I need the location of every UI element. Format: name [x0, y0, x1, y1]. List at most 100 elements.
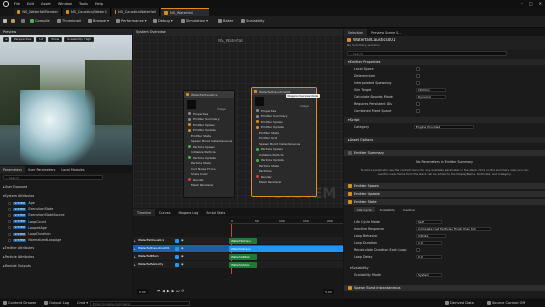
section-user-exposed[interactable]: ▸ User Exposed	[0, 184, 132, 190]
track-enabled-checkbox[interactable]	[175, 262, 179, 267]
section-emitter-attributes[interactable]: ▸ Emitter Attributes	[0, 245, 132, 251]
node-row[interactable]: Mesh Renderer	[252, 180, 316, 186]
node-row[interactable]: Spawn Burst Instantaneous	[184, 139, 234, 145]
property-checkbox[interactable]	[416, 81, 420, 85]
tab-waterfall[interactable]: NS_Waterfall	[161, 8, 209, 16]
track-clip[interactable]: WaterFallCaus	[229, 237, 257, 244]
category-field[interactable]: Engine Provided	[414, 124, 474, 130]
tab-script-stats[interactable]: Script Stats	[202, 209, 229, 216]
timeline-track[interactable]: ▸ WaterfallVelocity ◉ WaterfallVelo	[133, 261, 343, 268]
track-expand-icon[interactable]: ▸	[134, 239, 136, 243]
isolate-icon[interactable]: ◉	[181, 238, 184, 242]
browse-folder-button[interactable]	[11, 19, 15, 23]
isolate-icon[interactable]: ◉	[181, 262, 184, 266]
parameter-checkbox[interactable]	[8, 238, 11, 242]
track-enabled-checkbox[interactable]	[175, 238, 179, 243]
emitter-node-caustics[interactable]: WaterfallCaustics001 Niagara Overview No…	[251, 87, 320, 197]
range-end-field[interactable]: 5.00	[323, 289, 334, 294]
parameter-item[interactable]: SYSTEM ExecutionStateSource	[0, 212, 132, 218]
property-checkbox[interactable]	[416, 109, 420, 113]
life-cycle-mode-field[interactable]: Self	[416, 219, 442, 225]
compile-button[interactable]: Compile	[30, 19, 50, 23]
timeline-track[interactable]: ▸ WaterfallMain ◉ WaterfallMain	[133, 253, 343, 260]
tab-scalability[interactable]: Scalability	[377, 207, 398, 212]
property-checkbox[interactable]	[416, 102, 420, 106]
track-clip[interactable]: WaterfallMain	[229, 253, 257, 260]
derived-data-button[interactable]: Derived Data	[445, 301, 474, 305]
tab-caustics-water1[interactable]: NS_Caustics/Water1	[63, 8, 111, 16]
minimize-icon[interactable]: –	[521, 1, 523, 6]
menu-window[interactable]: Window	[58, 2, 72, 6]
scalability-button[interactable]: Scalability	[241, 19, 264, 23]
baker-button[interactable]: Baker	[218, 19, 233, 23]
loop-icon[interactable]: ⟳	[181, 289, 184, 293]
parameter-checkbox[interactable]	[8, 226, 11, 230]
parameter-item[interactable]: SYSTEM LoopCount	[0, 219, 132, 225]
track-expand-icon[interactable]: ▸	[134, 247, 136, 251]
range-start-field[interactable]: 0.00	[137, 289, 148, 294]
tab-preview-scene-settings[interactable]: Preview Scene S...	[367, 29, 405, 36]
tab-user-parameters[interactable]: User Parameters	[25, 166, 58, 173]
node-row[interactable]: Mesh Renderer	[184, 183, 234, 189]
tab-inactive[interactable]: Inactive	[400, 207, 418, 212]
maximize-icon[interactable]: □	[529, 1, 533, 6]
menu-help[interactable]: Help	[95, 2, 103, 6]
track-clip[interactable]: WaterfallCaus	[229, 245, 343, 252]
show-button[interactable]: Show	[48, 37, 63, 42]
section-particle-attributes[interactable]: ▸ Particle Attributes	[0, 254, 132, 260]
section-emitter-state[interactable]: Emitter State	[344, 199, 545, 205]
cmd-button[interactable]: Cmd ▾	[77, 301, 88, 305]
section-emitter-spawn[interactable]: Emitter Spawn	[344, 183, 545, 189]
property-checkbox[interactable]	[416, 67, 420, 71]
property-dropdown[interactable]: CPUSim	[416, 87, 446, 93]
tab-timeline[interactable]: Timeline	[133, 209, 156, 216]
recalculate-checkbox[interactable]	[416, 248, 420, 252]
simulation-button[interactable]: Simulation ▾	[181, 19, 208, 23]
preview-viewport[interactable]: ≡ Perspective Lit Show Scalability: High	[0, 35, 132, 165]
output-log-button[interactable]: Output Log	[44, 301, 69, 305]
source-control-button[interactable]: Source Control Off	[487, 301, 525, 305]
section-spawn-burst[interactable]: Spawn Burst Instantaneous	[344, 285, 545, 291]
section-emitter-summary[interactable]: Emitter Summary	[344, 150, 545, 156]
track-expand-icon[interactable]: ▸	[134, 263, 136, 267]
parameter-item[interactable]: SYSTEM LoopedAge	[0, 225, 132, 231]
tab-waterfall-render[interactable]: NS_WaterfallRender	[14, 8, 62, 16]
tab-selection[interactable]: Selection	[344, 29, 368, 36]
apply-button[interactable]	[21, 19, 25, 23]
menu-edit[interactable]: Edit	[27, 2, 34, 6]
timeline-track[interactable]: ▸ WaterfallCaustics001 ◉ WaterfallCaus	[133, 245, 343, 252]
property-dropdown[interactable]: Dynamic	[416, 94, 446, 100]
content-drawer-button[interactable]: Content Drawer	[3, 301, 37, 305]
tab-caustics-waterfall[interactable]: NS_CausticsWaterfall	[112, 8, 160, 16]
play-icon[interactable]: ▶	[167, 289, 170, 293]
scalability-mode-field[interactable]: System	[416, 272, 442, 278]
step-forward-icon[interactable]: ▶	[172, 289, 175, 293]
timeline-ruler[interactable]: 0 50 100 150 200	[229, 218, 343, 224]
track-clip[interactable]: WaterfallVelo	[229, 261, 257, 268]
save-button[interactable]	[3, 19, 7, 23]
section-module-outputs[interactable]: ▸ Module Outputs	[0, 263, 132, 269]
parameter-item[interactable]: SYSTEM Age	[0, 200, 132, 206]
scalability-high-button[interactable]: Scalability: High	[64, 37, 95, 42]
parameter-item[interactable]: SYSTEM NormalizedLoopAge	[0, 237, 132, 243]
skip-back-icon[interactable]: ⏮	[157, 289, 160, 293]
menu-asset[interactable]: Asset	[41, 2, 51, 6]
track-expand-icon[interactable]: ▸	[134, 255, 136, 259]
track-enabled-checkbox[interactable]	[175, 246, 179, 251]
tab-parameters[interactable]: Parameters	[0, 166, 25, 173]
menu-file[interactable]: File	[14, 2, 20, 6]
timeline-track[interactable]: ▸ WaterFallCaustics ◉ WaterFallCaus	[133, 237, 343, 244]
loop-delay-field[interactable]: 0.0	[416, 254, 442, 260]
parameter-checkbox[interactable]	[8, 213, 11, 217]
tab-curves[interactable]: Curves	[155, 209, 174, 216]
tab-niagara-log[interactable]: Niagara Log	[174, 209, 202, 216]
close-icon[interactable]: ✕	[539, 1, 542, 6]
step-back-icon[interactable]: ◀	[162, 289, 165, 293]
parameter-checkbox[interactable]	[8, 207, 11, 211]
thumbnail-button[interactable]: Thumbnail	[57, 19, 81, 23]
section-asset-options[interactable]: ▸ Asset Options	[344, 137, 545, 143]
section-emitter-update[interactable]: Emitter Update	[344, 191, 545, 197]
emitter-node-waterfall[interactable]: WaterFallCaustics Image Properties Emitt…	[183, 90, 235, 198]
loop-duration-field[interactable]: 1.0	[416, 240, 442, 246]
parameters-search[interactable]: ⌕ Search	[3, 175, 103, 180]
